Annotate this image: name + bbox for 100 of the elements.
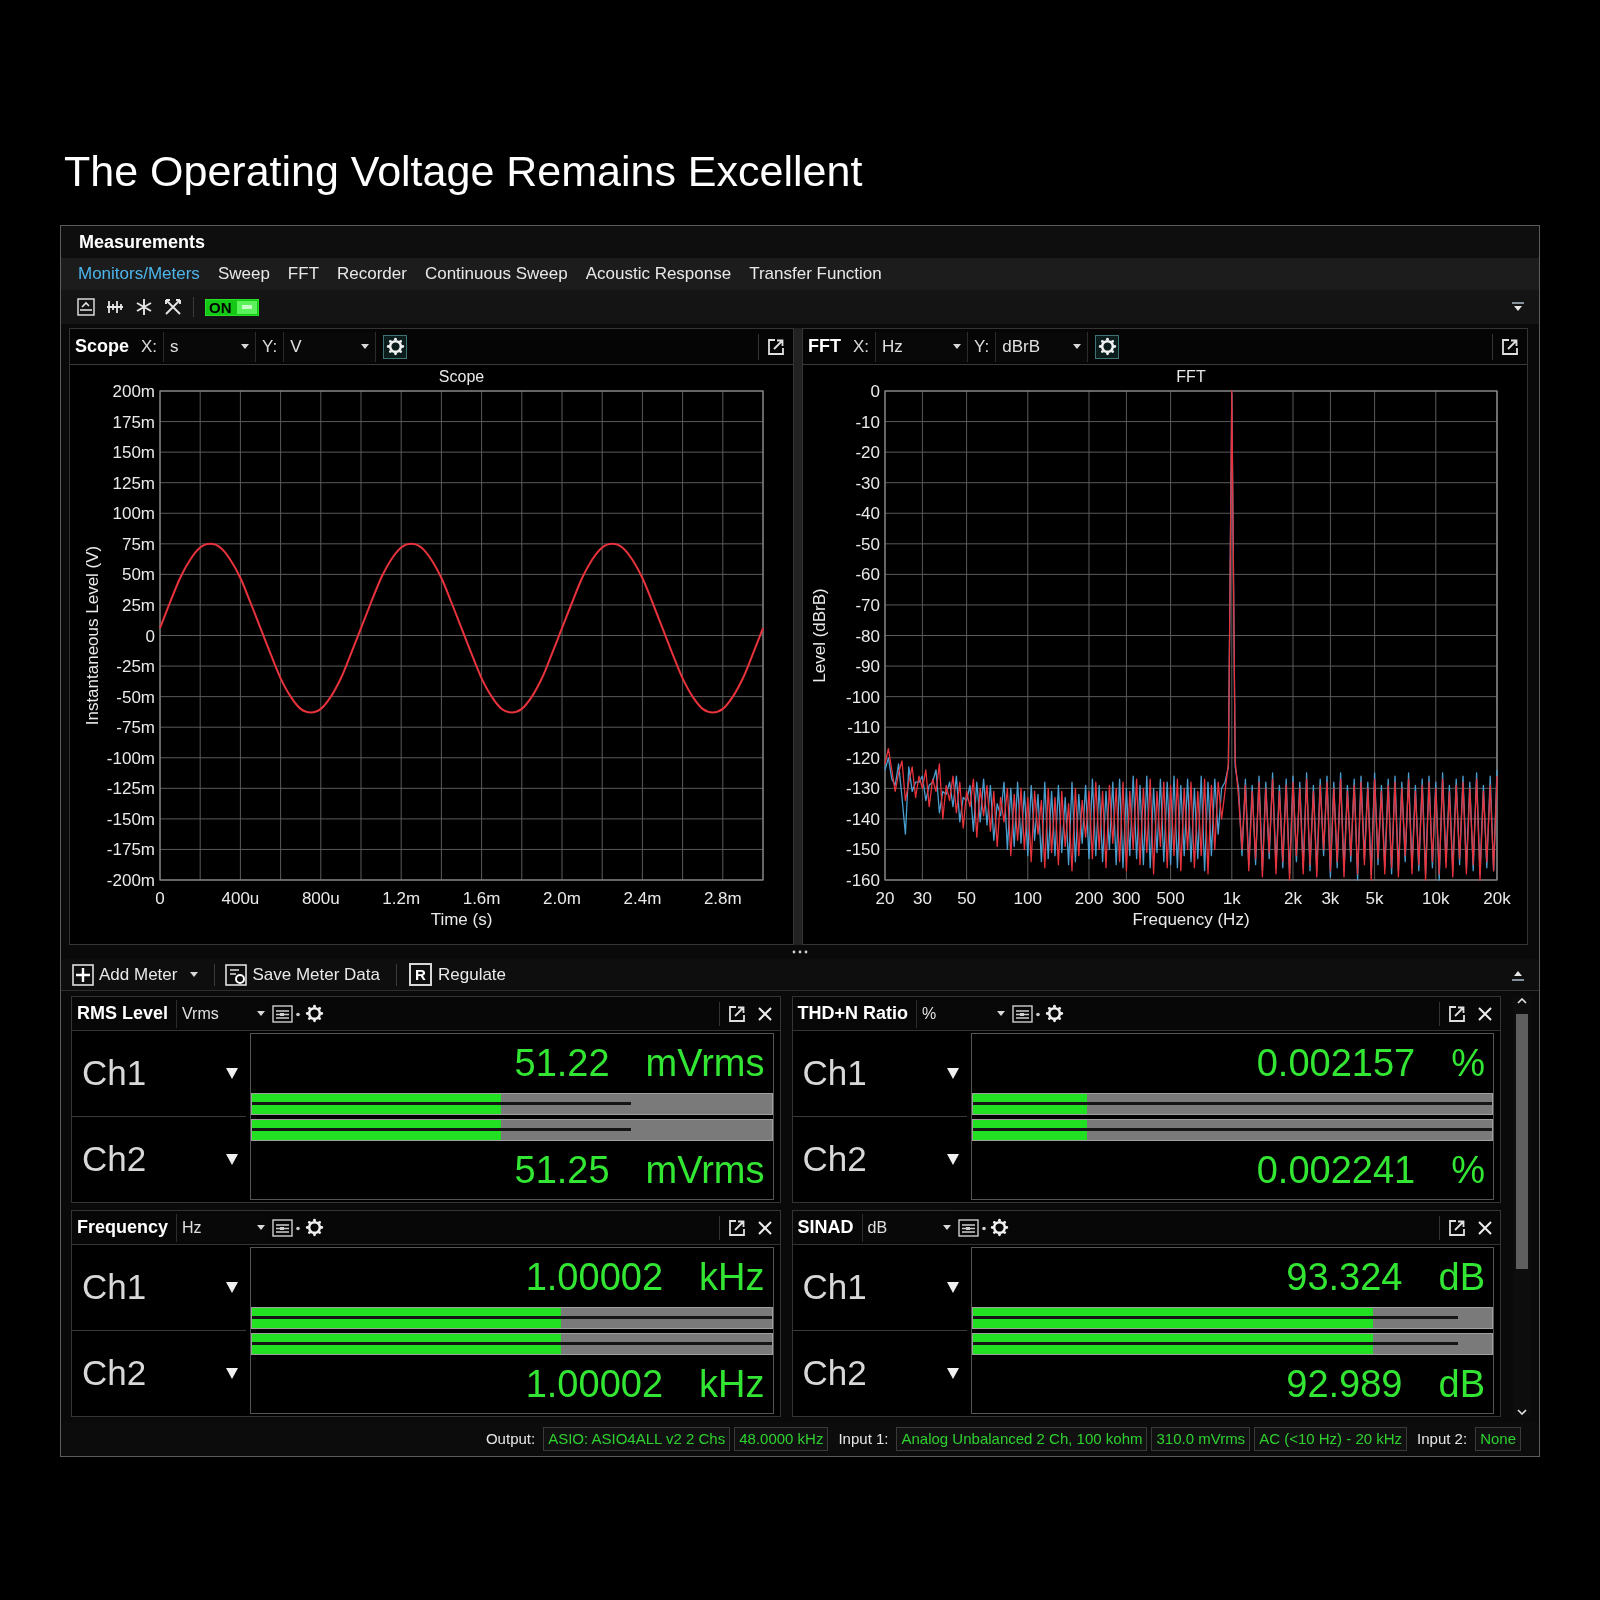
y-axis-title: Level (dBrB)	[810, 588, 830, 683]
x-tick-label: 5k	[1365, 889, 1384, 908]
x-tick-label: 2.0m	[543, 889, 581, 908]
y-tick-label: 0	[145, 626, 155, 646]
cross-arrows-icon[interactable]	[164, 298, 182, 316]
status-label: Output:	[485, 1428, 536, 1449]
status-label: Input 1:	[838, 1428, 889, 1449]
dropdown-arrow-icon[interactable]	[946, 1068, 959, 1079]
channel-label: Ch2	[82, 1352, 147, 1395]
dropdown-arrow-icon[interactable]	[226, 1068, 238, 1079]
y-tick-label: -25m	[116, 657, 155, 677]
gear-icon	[304, 1004, 324, 1023]
caret-icon	[997, 1011, 1005, 1016]
list-settings-icon[interactable]	[1012, 1003, 1042, 1024]
x-unit-dropdown[interactable]: s	[163, 331, 257, 362]
close-icon[interactable]	[1478, 1220, 1492, 1235]
channel-label: Ch1	[82, 1266, 147, 1309]
unit-dropdown[interactable]: %	[916, 999, 1008, 1028]
tab[interactable]: Monitors/Meters	[78, 261, 200, 287]
close-icon[interactable]	[757, 1006, 772, 1021]
settings-button[interactable]	[989, 1217, 1010, 1238]
settings-button[interactable]	[304, 1217, 325, 1238]
y-tick-label: -75m	[116, 718, 155, 738]
dropdown-arrow-icon[interactable]	[226, 1154, 238, 1165]
meter-title: RMS Level	[77, 1002, 169, 1025]
y-tick-label: -160	[845, 871, 880, 890]
list-settings-icon[interactable]	[957, 1217, 988, 1238]
popout-icon[interactable]	[727, 1004, 746, 1023]
meter-reading: 92.989	[1286, 1364, 1403, 1403]
y-tick-label: -10	[855, 412, 880, 432]
x-unit-dropdown[interactable]: Hz	[875, 331, 969, 362]
dropdown-arrow-icon[interactable]	[946, 1154, 959, 1165]
caret-icon	[257, 1011, 266, 1016]
popout-icon[interactable]	[1448, 1004, 1466, 1023]
tick-marks-icon[interactable]	[106, 298, 124, 316]
y-unit-dropdown[interactable]: dBrB	[995, 331, 1089, 362]
scroll-up-icon[interactable]	[1517, 998, 1527, 1004]
x-axis-title: Frequency (Hz)	[1132, 910, 1250, 929]
status-value: None	[1475, 1427, 1521, 1451]
channel-label: Ch2	[802, 1352, 867, 1395]
settings-button[interactable]	[304, 1003, 325, 1024]
asterisk-icon[interactable]	[135, 298, 153, 316]
meter-unit: dB	[1438, 1258, 1485, 1297]
status-value: AC (<10 Hz) - 20 kHz	[1254, 1427, 1408, 1451]
save-meter-data-button[interactable]: Save Meter Data	[225, 961, 380, 988]
settings-button[interactable]	[1095, 334, 1120, 359]
scrollbar-thumb[interactable]	[1516, 1014, 1528, 1269]
list-settings-icon[interactable]	[272, 1217, 303, 1238]
dropdown-arrow-icon[interactable]	[226, 1282, 238, 1293]
caret-icon	[257, 1225, 266, 1230]
axis-label: X:	[141, 335, 158, 358]
close-icon[interactable]	[757, 1220, 772, 1235]
y-tick-label: 175m	[112, 412, 155, 432]
popout-icon[interactable]	[1448, 1218, 1466, 1237]
y-tick-label: -140	[845, 809, 880, 829]
tab[interactable]: Continuous Sweep	[424, 261, 568, 287]
tab[interactable]: Sweep	[217, 261, 270, 287]
add-meter-button[interactable]: Add Meter	[72, 961, 199, 988]
x-tick-label: 1.2m	[382, 889, 421, 908]
splitter-grip-icon[interactable]	[792, 950, 808, 954]
collapse-icon[interactable]	[1511, 302, 1525, 312]
meter-unit: kHz	[699, 1364, 765, 1403]
settings-button[interactable]	[1044, 1003, 1064, 1024]
caret-icon	[241, 344, 250, 349]
tab[interactable]: FFT	[287, 261, 319, 287]
boxed-caret-icon[interactable]	[77, 298, 95, 316]
dropdown-arrow-icon[interactable]	[946, 1282, 959, 1293]
x-tick-label: 2.8m	[703, 889, 742, 908]
settings-button[interactable]	[383, 334, 408, 359]
scroll-down-icon[interactable]	[1517, 1409, 1527, 1415]
graph-title: FFT	[808, 335, 841, 358]
switch-knob-icon	[237, 300, 257, 314]
popout-icon[interactable]	[767, 337, 785, 356]
meter-unit: mVrms	[645, 1044, 765, 1083]
caret-icon	[361, 344, 370, 349]
regulate-key: R	[409, 963, 432, 986]
y-tick-label: 100m	[112, 504, 155, 524]
y-axis-title: Instantaneous Level (V)	[83, 545, 103, 726]
meter-reading: 51.25	[514, 1150, 610, 1189]
popout-icon[interactable]	[1501, 337, 1519, 356]
y-tick-label: -50	[855, 534, 880, 554]
tab[interactable]: Recorder	[337, 261, 407, 287]
close-icon[interactable]	[1478, 1006, 1492, 1021]
plus-icon	[72, 963, 94, 986]
unit-dropdown[interactable]: dB	[861, 1213, 954, 1242]
x-tick-label: 1.6m	[462, 889, 501, 908]
list-settings-icon[interactable]	[272, 1003, 303, 1024]
regulate-button[interactable]: R Regulate	[409, 961, 507, 988]
caret-icon	[953, 344, 962, 349]
tab[interactable]: Transfer Function	[749, 261, 882, 287]
y-unit-dropdown[interactable]: V	[283, 331, 377, 362]
y-tick-label: -30	[855, 473, 880, 493]
dropdown-arrow-icon[interactable]	[226, 1368, 238, 1379]
dropdown-arrow-icon[interactable]	[946, 1368, 959, 1379]
popout-icon[interactable]	[727, 1218, 746, 1237]
meter-unit: mVrms	[645, 1150, 765, 1189]
power-switch[interactable]: ON	[205, 298, 259, 316]
axis-label: Y:	[262, 335, 278, 358]
tab[interactable]: Acoustic Response	[585, 261, 732, 287]
y-tick-label: 150m	[112, 443, 155, 463]
